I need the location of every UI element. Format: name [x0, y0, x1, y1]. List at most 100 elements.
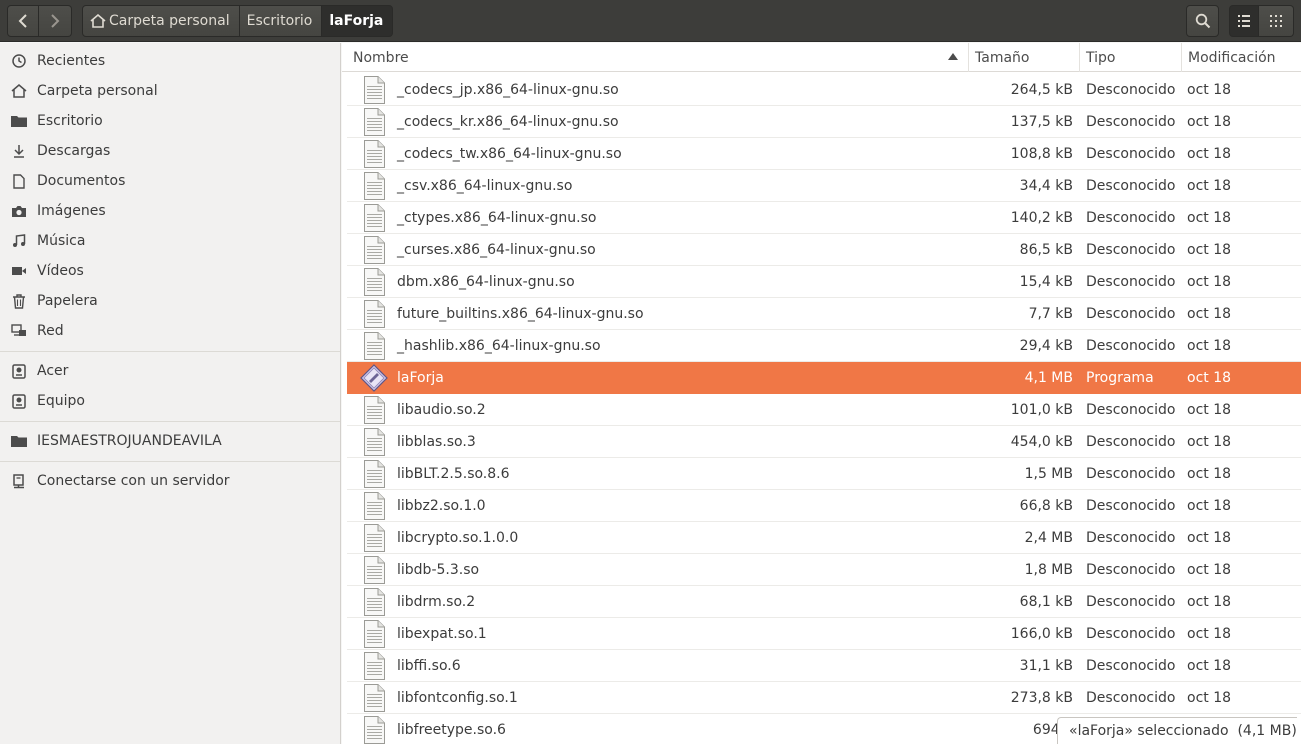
- sidebar-separator: [0, 461, 340, 462]
- sidebar-item-descargas[interactable]: Descargas: [0, 136, 340, 166]
- sidebar-item-carpeta-personal[interactable]: Carpeta personal: [0, 76, 340, 106]
- file-row[interactable]: _csv.x86_64-linux-gnu.so 34,4 kB Desconoci…: [347, 170, 1301, 202]
- file-row[interactable]: libexpat.so.1 166,0 kB Desconocido oct 18: [347, 618, 1301, 650]
- file-modified: oct 18: [1187, 690, 1232, 706]
- file-type: Desconocido: [1086, 562, 1176, 578]
- column-header-label: Nombre: [353, 49, 409, 66]
- file-modified: oct 18: [1187, 242, 1232, 258]
- grid-view-button[interactable]: [1259, 5, 1294, 37]
- search-button[interactable]: [1186, 5, 1219, 37]
- file-row[interactable]: libdrm.so.2 68,1 kB Desconocido oct 18: [347, 586, 1301, 618]
- text-file-icon: [362, 108, 386, 136]
- sidebar-item-label: Papelera: [37, 293, 98, 309]
- breadcrumb-home[interactable]: Carpeta personal: [82, 5, 240, 37]
- sidebar-item-musica[interactable]: Música: [0, 226, 340, 256]
- file-name: libaudio.so.2: [397, 402, 486, 418]
- file-row[interactable]: _ctypes.x86_64-linux-gnu.so 140,2 kB Desco…: [347, 202, 1301, 234]
- file-size: 137,5 kB: [1010, 114, 1073, 130]
- sidebar-item-acer[interactable]: Acer: [0, 356, 340, 386]
- text-file-icon: [362, 620, 386, 648]
- file-row[interactable]: libfontconfig.so.1 273,8 kB Desconocido oct…: [347, 682, 1301, 714]
- sidebar-item-papelera[interactable]: Papelera: [0, 286, 340, 316]
- list-view-button[interactable]: [1229, 5, 1259, 37]
- sort-ascending-icon: [948, 53, 958, 60]
- column-header-name[interactable]: Nombre: [346, 43, 968, 72]
- file-row[interactable]: libBLT.2.5.so.8.6 1,5 MB Desconocido oct 18: [347, 458, 1301, 490]
- file-row[interactable]: libffi.so.6 31,1 kB Desconocido oct 18: [347, 650, 1301, 682]
- file-row[interactable]: laForja 4,1 MB Programa oct 18: [347, 362, 1301, 394]
- file-modified: oct 18: [1187, 210, 1232, 226]
- file-size: 4,1 MB: [1024, 370, 1073, 386]
- file-type: Desconocido: [1086, 210, 1176, 226]
- column-header-size[interactable]: Tamaño: [968, 43, 1079, 72]
- file-type: Desconocido: [1086, 466, 1176, 482]
- file-name: dbm.x86_64-linux-gnu.so: [397, 274, 575, 290]
- file-name: _ctypes.x86_64-linux-gnu.so: [397, 210, 597, 226]
- file-row[interactable]: _codecs_kr.x86_64-linux-gnu.so 137,5 kB De…: [347, 106, 1301, 138]
- file-type: Desconocido: [1086, 114, 1176, 130]
- file-type: Desconocido: [1086, 498, 1176, 514]
- file-row[interactable]: libbz2.so.1.0 66,8 kB Desconocido oct 18: [347, 490, 1301, 522]
- file-row[interactable]: future_builtins.x86_64-linux-gnu.so 7,7 k…: [347, 298, 1301, 330]
- sidebar-item-recientes[interactable]: Recientes: [0, 46, 340, 76]
- file-name: _codecs_tw.x86_64-linux-gnu.so: [397, 146, 622, 162]
- sidebar-item-imagenes[interactable]: Imágenes: [0, 196, 340, 226]
- file-row[interactable]: _codecs_jp.x86_64-linux-gnu.so 264,5 kB De…: [347, 74, 1301, 106]
- download-icon: [10, 142, 28, 160]
- text-file-icon: [362, 716, 386, 744]
- file-modified: oct 18: [1187, 626, 1232, 642]
- file-size: 166,0 kB: [1010, 626, 1073, 642]
- sidebar-item-label: Imágenes: [37, 203, 106, 219]
- sidebar-item-videos[interactable]: Vídeos: [0, 256, 340, 286]
- file-row[interactable]: _hashlib.x86_64-linux-gnu.so 29,4 kB Desco…: [347, 330, 1301, 362]
- file-view: Nombre Tamaño Tipo Modificación _codecs_…: [342, 43, 1301, 744]
- sidebar-item-label: IESMAESTROJUANDEAVILA: [37, 433, 222, 449]
- file-type: Desconocido: [1086, 434, 1176, 450]
- sidebar-item-label: Escritorio: [37, 113, 103, 129]
- sidebar-item-escritorio[interactable]: Escritorio: [0, 106, 340, 136]
- file-size: 454,0 kB: [1010, 434, 1073, 450]
- sidebar-item-red[interactable]: Red: [0, 316, 340, 346]
- file-row[interactable]: _curses.x86_64-linux-gnu.so 86,5 kB Descon…: [347, 234, 1301, 266]
- file-size: 2,4 MB: [1024, 530, 1073, 546]
- back-button[interactable]: [7, 5, 39, 37]
- breadcrumb-label: Carpeta personal: [109, 13, 230, 29]
- file-row[interactable]: libdb-5.3.so 1,8 MB Desconocido oct 18: [347, 554, 1301, 586]
- file-row[interactable]: libblas.so.3 454,0 kB Desconocido oct 18: [347, 426, 1301, 458]
- file-row[interactable]: libaudio.so.2 101,0 kB Desconocido oct 18: [347, 394, 1301, 426]
- file-row[interactable]: dbm.x86_64-linux-gnu.so 15,4 kB Desconocid…: [347, 266, 1301, 298]
- breadcrumb: Carpeta personal Escritorio laForja: [82, 5, 394, 37]
- column-header-modified[interactable]: Modificación: [1181, 43, 1301, 72]
- home-icon: [90, 14, 106, 28]
- file-type: Desconocido: [1086, 626, 1176, 642]
- file-size: 1,8 MB: [1024, 562, 1073, 578]
- file-size: 264,5 kB: [1010, 82, 1073, 98]
- text-file-icon: [362, 172, 386, 200]
- forward-button[interactable]: [39, 5, 72, 37]
- column-header-type[interactable]: Tipo: [1079, 43, 1181, 72]
- sidebar-item-equipo[interactable]: Equipo: [0, 386, 340, 416]
- file-row[interactable]: libcrypto.so.1.0.0 2,4 MB Desconocido oct 1…: [347, 522, 1301, 554]
- scrollbar[interactable]: [1296, 72, 1300, 744]
- text-file-icon: [362, 300, 386, 328]
- sidebar-item-connect-server[interactable]: Conectarse con un servidor: [0, 466, 340, 496]
- file-name: libblas.so.3: [397, 434, 476, 450]
- search-icon: [1195, 13, 1210, 29]
- trash-icon: [10, 292, 28, 310]
- breadcrumb-current[interactable]: laForja: [321, 5, 394, 37]
- breadcrumb-escritorio[interactable]: Escritorio: [238, 5, 323, 37]
- file-size: 86,5 kB: [1019, 242, 1073, 258]
- file-row[interactable]: _codecs_tw.x86_64-linux-gnu.so 108,8 kB De…: [347, 138, 1301, 170]
- file-size: 34,4 kB: [1019, 178, 1073, 194]
- executable-file-icon: [360, 364, 388, 392]
- column-header-label: Tipo: [1086, 49, 1116, 66]
- status-floating-bar: «laForja» seleccionado (4,1 MB): [1057, 717, 1297, 744]
- list-view-icon: [1238, 15, 1250, 27]
- file-modified: oct 18: [1187, 594, 1232, 610]
- sidebar-item-bookmark[interactable]: IESMAESTROJUANDEAVILA: [0, 426, 340, 456]
- home-icon: [10, 82, 28, 100]
- sidebar-item-label: Red: [37, 323, 64, 339]
- file-size: 108,8 kB: [1010, 146, 1073, 162]
- drive-icon: [10, 362, 28, 380]
- sidebar-item-documentos[interactable]: Documentos: [0, 166, 340, 196]
